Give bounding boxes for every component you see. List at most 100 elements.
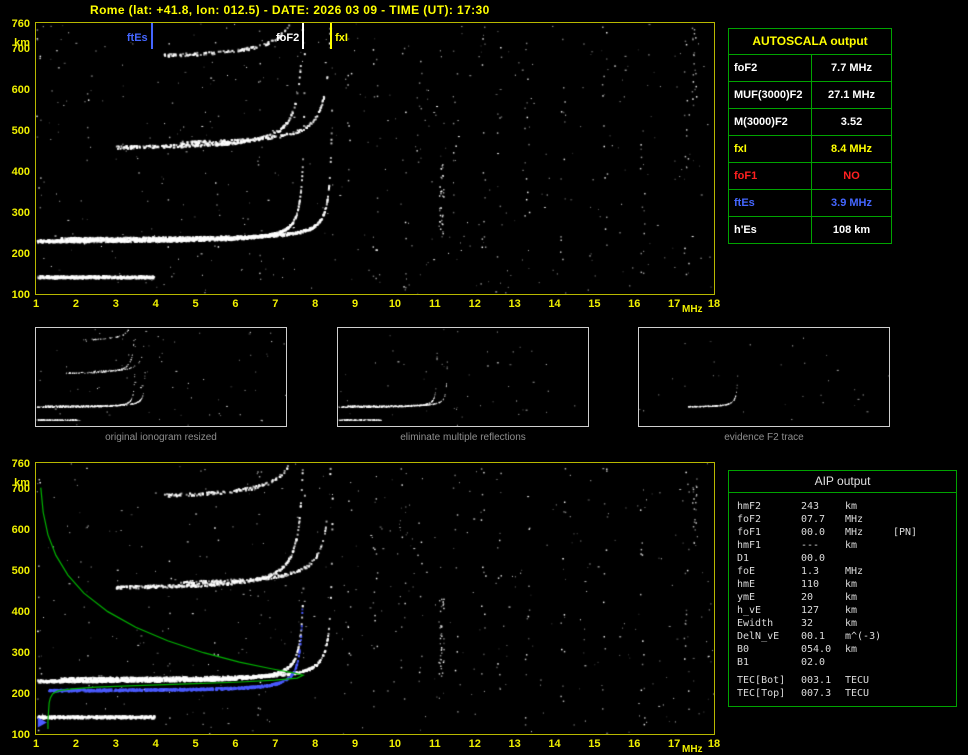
aip-row-label: hmF1: [737, 539, 801, 552]
aip-row-extra: [893, 539, 956, 552]
aip-row-label: D1: [737, 552, 801, 565]
x-tick-label: 11: [426, 298, 444, 310]
aip-row-label: Ewidth: [737, 617, 801, 630]
y-tick-label: 700: [2, 483, 30, 495]
autoscala-row-value: 27.1 MHz: [812, 82, 891, 108]
x-tick-label: 7: [266, 298, 284, 310]
y-tick-label: 600: [2, 524, 30, 536]
autoscala-row-label: ftEs: [729, 190, 812, 216]
x-tick-label: 12: [466, 738, 484, 750]
x-tick-label: 13: [506, 738, 524, 750]
y-tick-label: 300: [2, 647, 30, 659]
aip-row-extra: [893, 591, 956, 604]
aip-row-extra: [893, 565, 956, 578]
aip-row-hmE: hmE110km: [737, 578, 956, 591]
autoscala-row-foF2: foF27.7 MHz: [729, 55, 891, 82]
autoscala-row-label: MUF(3000)F2: [729, 82, 812, 108]
marker-foF2-line: [302, 23, 304, 49]
aip-row-unit: km: [845, 578, 893, 591]
x-tick-label: 8: [306, 738, 324, 750]
aip-row-TEC[Bot]: TEC[Bot]003.1TECU: [737, 674, 956, 687]
aip-row-value: 007.3: [801, 687, 845, 700]
aip-row-value: 02.0: [801, 656, 845, 669]
y-tick-label: 400: [2, 166, 30, 178]
aip-row-unit: km: [845, 617, 893, 630]
autoscala-row-value: 108 km: [812, 217, 891, 243]
thumbnail-panel-3: [638, 327, 890, 427]
x-tick-label: 3: [107, 738, 125, 750]
aip-row-extra: [893, 617, 956, 630]
autoscala-row-value: 3.9 MHz: [812, 190, 891, 216]
y-tick-label: 760: [2, 18, 30, 30]
x-tick-label: 18: [705, 298, 723, 310]
x-tick-label: 14: [545, 298, 563, 310]
thumbnail-panel-1: [35, 327, 287, 427]
thumbnail-canvas-3: [639, 328, 889, 426]
thumbnail-panel-2: [337, 327, 589, 427]
aip-row-value: ---: [801, 539, 845, 552]
aip-row-label: B0: [737, 643, 801, 656]
aip-row-label: hmF2: [737, 500, 801, 513]
autoscala-row-label: fxI: [729, 136, 812, 162]
aip-row-extra: [893, 604, 956, 617]
y-tick-label: 100: [2, 729, 30, 741]
x-tick-label: 1: [27, 738, 45, 750]
y-tick-label: 700: [2, 43, 30, 55]
aip-row-Ewidth: Ewidth32km: [737, 617, 956, 630]
aip-row-unit: km: [845, 604, 893, 617]
autoscala-row-label: foF2: [729, 55, 812, 81]
y-tick-label: 200: [2, 688, 30, 700]
thumbnail-canvas-2: [338, 328, 588, 426]
aip-row-value: 1.3: [801, 565, 845, 578]
aip-row-value: 243: [801, 500, 845, 513]
aip-row-label: B1: [737, 656, 801, 669]
x-tick-label: 11: [426, 738, 444, 750]
aip-row-label: foF1: [737, 526, 801, 539]
marker-ftEs-line: [151, 23, 153, 49]
aip-row-foF1: foF100.0MHz[PN]: [737, 526, 956, 539]
thumbnail-label-3: evidence F2 trace: [638, 432, 890, 443]
aip-row-hmF2: hmF2243km: [737, 500, 956, 513]
x-tick-label: 16: [625, 298, 643, 310]
aip-row-unit: km: [845, 591, 893, 604]
x-tick-label: 9: [346, 738, 364, 750]
x-tick-label: 10: [386, 298, 404, 310]
marker-foF2-label: foF2: [251, 32, 299, 44]
x-tick-label: 12: [466, 298, 484, 310]
x-tick-label: 5: [187, 738, 205, 750]
x-tick-label: 17: [665, 298, 683, 310]
aip-row-unit: TECU: [845, 674, 893, 687]
x-tick-label: 1: [27, 298, 45, 310]
aip-row-foF2: foF207.7MHz: [737, 513, 956, 526]
aip-row-extra: [893, 643, 956, 656]
x-tick-label: 18: [705, 738, 723, 750]
x-tick-label: 4: [147, 738, 165, 750]
x-tick-label: 3: [107, 298, 125, 310]
aip-row-unit: km: [845, 643, 893, 656]
x-tick-label: 8: [306, 298, 324, 310]
x-tick-label: 10: [386, 738, 404, 750]
aip-row-hmF1: hmF1---km: [737, 539, 956, 552]
thumbnail-canvas-1: [36, 328, 286, 426]
aip-row-unit: km: [845, 500, 893, 513]
aip-row-unit: MHz: [845, 513, 893, 526]
aip-row-extra: [893, 630, 956, 643]
x-tick-label: 7: [266, 738, 284, 750]
aip-row-unit: MHz: [845, 565, 893, 578]
x-tick-label: 15: [585, 298, 603, 310]
aip-row-label: foF2: [737, 513, 801, 526]
y-tick-label: 500: [2, 565, 30, 577]
aip-row-label: TEC[Bot]: [737, 674, 801, 687]
x-tick-label: 5: [187, 298, 205, 310]
autoscala-row-label: foF1: [729, 163, 812, 189]
aip-row-D1: D100.0: [737, 552, 956, 565]
bottom-ionogram-canvas: [36, 463, 714, 734]
autoscala-row-value: NO: [812, 163, 891, 189]
x-axis-unit: MHz: [682, 304, 703, 315]
y-tick-label: 200: [2, 248, 30, 260]
top-ionogram-panel: [35, 22, 715, 295]
autoscala-table-rows: foF27.7 MHzMUF(3000)F227.1 MHzM(3000)F23…: [729, 55, 891, 243]
aip-row-h_vE: h_vE127km: [737, 604, 956, 617]
y-tick-label: 100: [2, 289, 30, 301]
aip-row-TEC[Top]: TEC[Top]007.3TECU: [737, 687, 956, 700]
